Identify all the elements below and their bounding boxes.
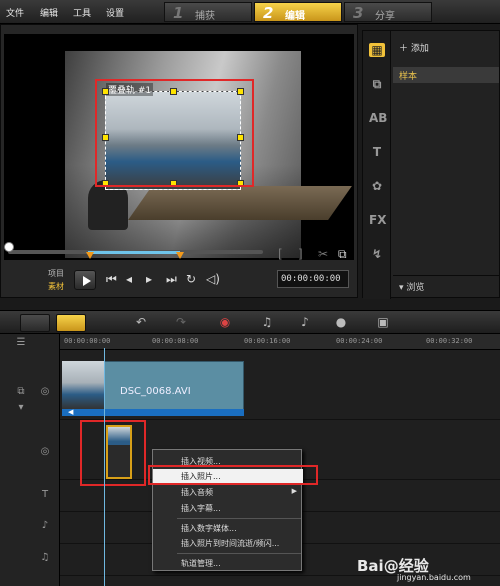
- title-icon[interactable]: AB: [369, 111, 387, 125]
- ruler-tick: 00:00:32:00: [426, 337, 473, 345]
- motion-tracking-icon[interactable]: ●: [332, 315, 350, 331]
- tab-edit[interactable]: 2 编辑: [254, 2, 342, 22]
- menu-item-insert-audio[interactable]: 插入音频 ▶: [153, 485, 303, 500]
- menu-settings[interactable]: 设置: [106, 6, 124, 19]
- menu-item-label: 插入音频: [181, 488, 213, 497]
- trim-range: [88, 251, 180, 254]
- preview-table-shape: [128, 186, 352, 220]
- split-clip-icon[interactable]: ✂: [318, 247, 328, 261]
- video-track-icon[interactable]: ⧉: [12, 386, 30, 400]
- trim-out-marker[interactable]: [176, 252, 184, 259]
- library-category-bar: ▦ ⧉ AB T ✿ FX ↯: [363, 31, 391, 299]
- music-track-icon: ♫: [40, 552, 50, 563]
- subtitle-editor-icon[interactable]: ▣: [374, 315, 392, 331]
- menu-separator: [177, 553, 301, 554]
- go-to-start-icon[interactable]: ⏮: [106, 272, 117, 287]
- project-mode-label[interactable]: 项目: [48, 268, 64, 279]
- redo-icon[interactable]: ↷: [172, 315, 190, 331]
- record-capture-icon[interactable]: ◉: [216, 315, 234, 331]
- auto-music-icon[interactable]: ♪: [296, 315, 314, 331]
- undo-icon[interactable]: ↶: [132, 315, 150, 331]
- timeline-ruler[interactable]: 00:00:00:00 00:00:08:00 00:00:16:00 00:0…: [60, 334, 500, 350]
- ruler-tick: 00:00:24:00: [336, 337, 383, 345]
- menu-item-track-manager[interactable]: 轨道管理...: [153, 556, 303, 571]
- step-number: 2: [263, 4, 274, 22]
- annotation-highlight-box: [148, 465, 318, 485]
- tab-capture[interactable]: 1 捕获: [164, 2, 252, 22]
- storyboard-view-button[interactable]: [20, 314, 50, 332]
- expand-icon[interactable]: ▾: [12, 402, 30, 416]
- title-track-icon: T: [41, 489, 49, 500]
- track-manager-icon[interactable]: ☰: [12, 337, 30, 351]
- baidu-watermark: Bai@经验 jingyan.baidu.com: [357, 555, 497, 585]
- tab-share[interactable]: 3 分享: [344, 2, 432, 22]
- step-label: 分享: [375, 11, 395, 22]
- media-icon[interactable]: ▦: [369, 43, 385, 57]
- annotation-highlight-box: [80, 420, 146, 486]
- browse-label: 浏览: [406, 283, 425, 293]
- menu-edit[interactable]: 编辑: [40, 6, 58, 19]
- graphics-icon[interactable]: T: [369, 145, 385, 159]
- next-frame-icon[interactable]: ▸: [146, 272, 152, 286]
- filter-icon[interactable]: ✿: [369, 179, 385, 193]
- path-icon[interactable]: ↯: [369, 247, 385, 261]
- sound-mixer-icon[interactable]: ♫: [258, 315, 276, 331]
- step-number: 3: [353, 4, 364, 22]
- clip-mode-label[interactable]: 素材: [48, 281, 64, 292]
- timeline-view-button[interactable]: [56, 314, 86, 332]
- menu-item-insert-digital-media[interactable]: 插入数字媒体...: [153, 521, 303, 536]
- menu-item-insert-subtitle[interactable]: 插入字幕...: [153, 501, 303, 516]
- previous-frame-icon[interactable]: ◂: [126, 272, 132, 286]
- speaker-icon: ◀: [68, 408, 74, 416]
- ruler-tick: 00:00:16:00: [244, 337, 291, 345]
- top-menu-bar: 文件 编辑 工具 设置 1 捕获 2 编辑 3 分享: [0, 0, 500, 24]
- track-headers: ☰ ⧉ ◎ ▾ ◎ T ♪ ♫: [0, 334, 60, 586]
- menu-tools[interactable]: 工具: [73, 6, 91, 19]
- overlay-track-icon: ◎: [40, 446, 50, 457]
- step-number: 1: [173, 4, 184, 22]
- scrub-playhead[interactable]: [4, 242, 14, 252]
- mark-in-icon[interactable]: [: [278, 247, 283, 261]
- trim-in-marker[interactable]: [86, 252, 94, 259]
- submenu-arrow-icon: ▶: [291, 487, 297, 495]
- ruler-tick: 00:00:00:00: [64, 337, 111, 345]
- library-panel: ▦ ⧉ AB T ✿ FX ↯ ＋ 添加 样本 ▾ 浏览: [362, 30, 500, 299]
- step-label: 编辑: [285, 11, 305, 22]
- watermark-url: jingyan.baidu.com: [397, 573, 471, 582]
- volume-icon[interactable]: ◁): [206, 272, 220, 286]
- add-folder-button[interactable]: ＋ 添加: [399, 41, 429, 54]
- step-label: 捕获: [195, 11, 215, 22]
- video-clip-name: DSC_0068.AVI: [120, 386, 191, 397]
- voice-track-icon: ♪: [41, 520, 49, 531]
- transition-icon[interactable]: ⧉: [369, 77, 385, 91]
- enlarge-icon[interactable]: ⧉: [338, 247, 347, 262]
- library-folder-sample[interactable]: 样本: [393, 67, 499, 83]
- annotation-highlight-box: [95, 79, 254, 187]
- browse-button[interactable]: ▾ 浏览: [393, 275, 499, 295]
- fx-icon[interactable]: FX: [369, 213, 386, 227]
- mark-out-icon[interactable]: ]: [298, 247, 303, 261]
- timeline-playhead[interactable]: [104, 348, 105, 586]
- menu-separator: [177, 518, 301, 519]
- video-clip-thumbnail: [62, 361, 104, 409]
- menu-item-insert-photo-timelapse[interactable]: 插入照片到时间流逝/频闪...: [153, 536, 303, 551]
- play-button[interactable]: [74, 270, 96, 290]
- menu-file[interactable]: 文件: [6, 6, 24, 19]
- timecode-display[interactable]: 00:00:00:00: [277, 270, 349, 288]
- video-track-label-icon: ◎: [40, 386, 50, 397]
- video-clip-audio: [62, 409, 244, 416]
- repeat-icon[interactable]: ↻: [186, 272, 196, 286]
- plus-icon: ＋: [399, 44, 411, 54]
- ruler-tick: 00:00:08:00: [152, 337, 199, 345]
- add-label: 添加: [410, 44, 429, 54]
- timeline-toolbar: ↶ ↷ ◉ ♫ ♪ ● ▣: [0, 310, 500, 334]
- go-to-end-icon[interactable]: ⏭: [166, 272, 177, 287]
